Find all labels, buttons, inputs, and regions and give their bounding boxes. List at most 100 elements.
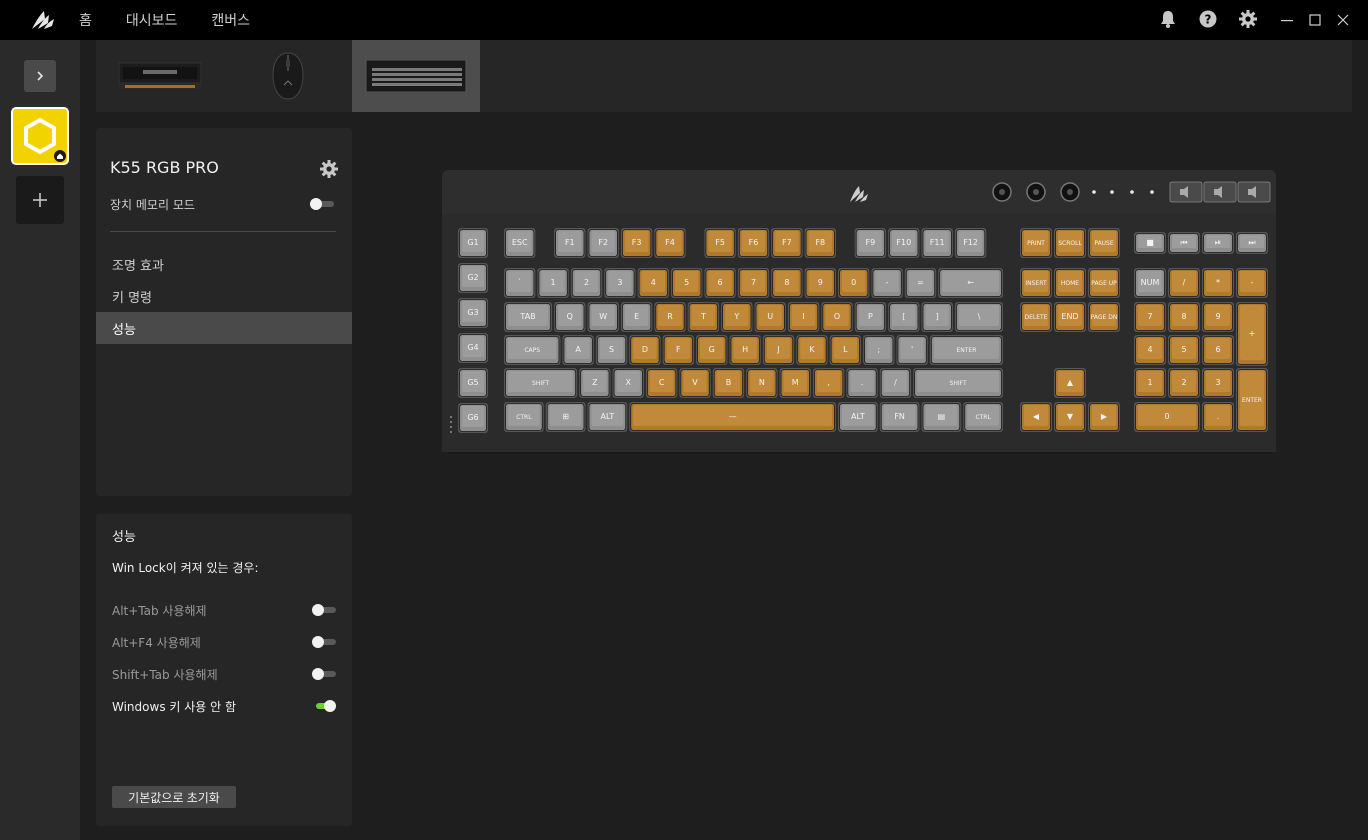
arrow-key[interactable]: ▼ [1054,402,1086,432]
key[interactable]: O [821,302,853,332]
key[interactable]: SHIFT [913,368,1003,398]
numpad-key[interactable]: 9 [1202,302,1234,332]
settings-gear-icon[interactable] [1238,9,1258,29]
key[interactable]: - [871,268,903,298]
key[interactable]: 0 [838,268,870,298]
key[interactable]: R [654,302,686,332]
nav-key[interactable]: PRINT [1020,228,1052,258]
device-thumb-memory[interactable] [96,40,224,112]
key[interactable]: ' [896,335,928,365]
key[interactable]: S [595,335,628,365]
numpad-key[interactable]: - [1236,268,1268,298]
key[interactable]: 9 [804,268,836,298]
volume-button[interactable] [1203,181,1237,203]
arrow-key[interactable]: ▶ [1088,402,1120,432]
numpad-key[interactable]: 5 [1168,335,1200,365]
key[interactable]: X [612,368,644,398]
key[interactable]: Z [579,368,611,398]
key[interactable]: F8 [804,228,836,258]
numpad-key[interactable]: 1 [1134,368,1166,398]
media-key[interactable]: ⏯ [1202,232,1234,254]
media-key[interactable]: ⏭ [1236,232,1268,254]
numpad-key[interactable]: 7 [1134,302,1166,332]
key[interactable]: CTRL [504,402,544,432]
close-icon[interactable] [1336,10,1350,30]
key[interactable]: — [629,402,836,432]
notification-bell-icon[interactable] [1158,9,1178,29]
key[interactable]: CTRL [963,402,1003,432]
g-key[interactable]: G3 [458,298,488,328]
device-thumb-keyboard[interactable] [352,40,480,112]
key[interactable]: M [779,368,811,398]
device-group-tile[interactable] [11,107,69,165]
numpad-key[interactable]: 3 [1202,368,1234,398]
key[interactable]: F1 [554,228,586,258]
key[interactable]: \ [954,302,1003,332]
nav-dashboard[interactable]: 대시보드 [126,10,178,30]
key[interactable]: 8 [771,268,803,298]
key[interactable]: F2 [587,228,619,258]
key[interactable]: = [904,268,937,298]
key[interactable]: , [812,368,845,398]
key[interactable]: Y [721,302,753,332]
nav-key[interactable]: DELETE [1020,302,1052,332]
key[interactable]: F4 [654,228,686,258]
key[interactable]: F7 [771,228,803,258]
key[interactable]: [ [888,302,920,332]
key[interactable]: TAB [504,302,553,332]
nav-home[interactable]: 홈 [79,10,92,30]
menu-item-2[interactable]: 성능 [96,312,352,344]
nav-key[interactable]: PAGE DN [1088,302,1120,332]
g-key[interactable]: G6 [458,403,488,433]
media-key[interactable]: ■ [1134,232,1166,254]
nav-key[interactable]: END [1054,302,1086,332]
nav-key[interactable]: HOME [1054,268,1086,298]
nav-key[interactable]: INSERT [1020,268,1052,298]
minimize-icon[interactable] [1280,10,1294,30]
add-device-button[interactable] [16,176,64,224]
key[interactable]: Q [554,302,586,332]
key[interactable]: 4 [637,268,669,298]
keyboard-top-button[interactable] [992,182,1012,202]
key[interactable]: . [846,368,878,398]
key[interactable]: F9 [854,228,887,258]
key[interactable]: ENTER [929,335,1003,365]
menu-item-0[interactable]: 조명 효과 [96,248,352,280]
key[interactable]: H [729,335,761,365]
arrow-key[interactable]: ▲ [1054,368,1086,398]
g-key[interactable]: G2 [458,263,488,293]
key[interactable]: SHIFT [504,368,578,398]
key[interactable]: W [587,302,619,332]
help-icon[interactable]: ? [1198,9,1218,29]
key[interactable]: B [712,368,745,398]
memory-mode-toggle[interactable] [310,197,336,211]
key[interactable]: 5 [671,268,703,298]
expand-sidebar-button[interactable] [24,60,56,92]
key[interactable]: G [696,335,728,365]
key[interactable]: ESC [504,228,536,258]
numpad-key[interactable]: 4 [1134,335,1166,365]
key[interactable]: ▤ [921,402,962,432]
key[interactable]: CAPS [504,335,561,365]
key[interactable]: T [687,302,720,332]
key[interactable]: F6 [737,228,770,258]
key[interactable]: FN [879,402,920,432]
key[interactable]: F12 [954,228,987,258]
key[interactable]: 3 [604,268,636,298]
key[interactable]: L [829,335,862,365]
numpad-key[interactable]: 8 [1168,302,1200,332]
g-key[interactable]: G4 [458,333,488,363]
performance-option-toggle[interactable] [312,635,338,649]
arrow-key[interactable]: ◀ [1020,402,1052,432]
key[interactable]: ⊞ [545,402,586,432]
key[interactable]: A [562,335,594,365]
key[interactable]: E [620,302,653,332]
key[interactable]: ← [938,268,1003,298]
device-thumb-mouse[interactable] [224,40,352,112]
numpad-key[interactable]: / [1168,268,1200,298]
key[interactable]: F [662,335,695,365]
key[interactable]: ] [921,302,953,332]
reset-defaults-button[interactable]: 기본값으로 초기화 [112,786,236,808]
key[interactable]: F3 [620,228,653,258]
g-key[interactable]: G5 [458,368,488,398]
